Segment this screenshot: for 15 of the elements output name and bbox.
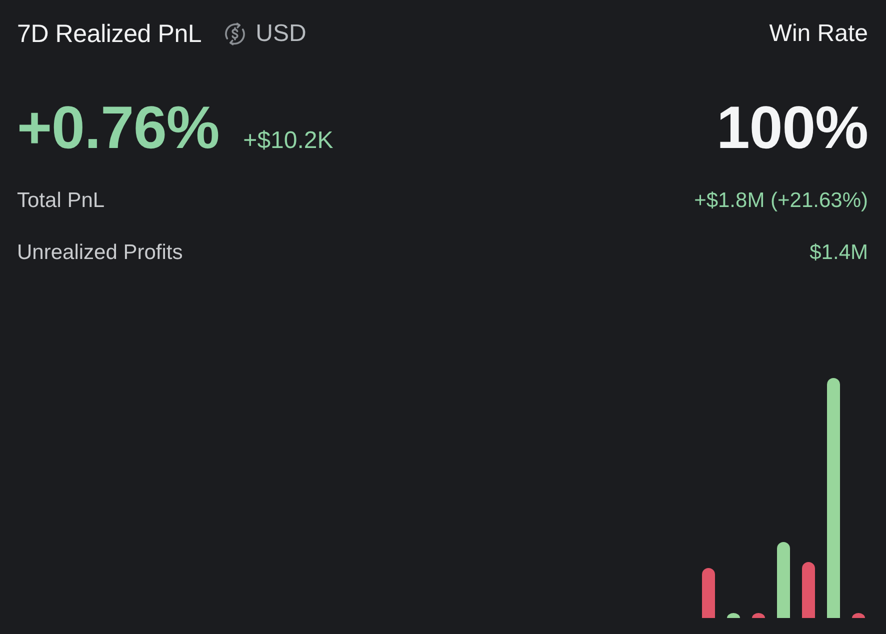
win-rate-label: Win Rate	[769, 20, 868, 48]
realized-pnl-percent: +0.76%	[17, 93, 220, 163]
realized-pnl-amount: +$10.2K	[243, 127, 334, 155]
card-title: 7D Realized PnL	[17, 20, 202, 48]
win-rate-value: 100%	[716, 93, 868, 163]
stat-label: Total PnL	[17, 189, 105, 213]
loss-bar	[702, 568, 715, 618]
loss-bar	[852, 613, 865, 618]
stat-label: Unrealized Profits	[17, 241, 183, 265]
stat-value: $1.4M	[810, 241, 868, 265]
stat-value: +$1.8M (+21.63%)	[694, 189, 868, 213]
loss-bar	[802, 562, 815, 618]
currency-toggle[interactable]: USD	[222, 20, 306, 48]
loss-bar	[752, 613, 765, 618]
gain-bar	[727, 613, 740, 618]
